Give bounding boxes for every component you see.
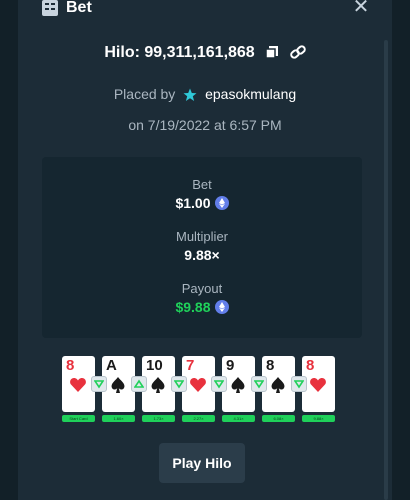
lower-arrow-icon	[171, 376, 187, 392]
card-multiplier-label: 9.88×	[302, 415, 335, 422]
eth-coin-icon	[214, 196, 229, 213]
bet-id-row: Hilo: 99,311,161,868	[18, 44, 392, 64]
bet-modal: Bet ✕ Hilo: 99,311,161,868 Placed by epa…	[18, 0, 392, 500]
card-multiplier-label: 1.73×	[142, 415, 175, 422]
bet-list-icon	[42, 0, 58, 16]
spade-suit-icon	[149, 376, 167, 399]
lower-arrow-icon	[211, 376, 227, 392]
spade-suit-icon	[229, 376, 247, 399]
close-button[interactable]: ✕	[352, 0, 370, 17]
backdrop-left	[0, 0, 18, 500]
payout-row: $9.88	[42, 299, 362, 317]
card-rank: 8	[266, 357, 275, 374]
multiplier-value: 9.88×	[184, 247, 220, 263]
card-multiplier-label: 1.60×	[102, 415, 135, 422]
vip-star-icon	[183, 88, 197, 105]
username-link[interactable]: epasokmulang	[205, 86, 296, 102]
card-multiplier-label: 2.27×	[182, 415, 215, 422]
lower-arrow-icon	[251, 376, 267, 392]
higher-arrow-icon	[131, 376, 147, 392]
heart-suit-icon	[69, 376, 87, 399]
card-rank: 10	[146, 357, 163, 374]
link-icon[interactable]	[289, 45, 306, 64]
bet-id-text: Hilo: 99,311,161,868	[104, 44, 255, 61]
hilo-card-sequence: 8 Start Card A 1.60× 10 1.73× 7 2.27× 9 4.31× 8 6.0…	[62, 356, 362, 426]
play-hilo-button[interactable]: Play Hilo	[159, 443, 245, 483]
card-rank: 7	[186, 357, 195, 374]
modal-header: Bet ✕	[18, 0, 392, 18]
eth-coin-icon	[214, 300, 229, 317]
card-multiplier-label: Start Card	[62, 415, 95, 422]
backdrop-right	[392, 0, 410, 500]
card-rank: 8	[306, 357, 315, 374]
modal-title: Bet	[66, 0, 92, 16]
payout-label: Payout	[181, 281, 223, 296]
card-rank: 8	[66, 357, 75, 374]
spade-suit-icon	[109, 376, 127, 399]
lower-arrow-icon	[291, 376, 307, 392]
lower-arrow-icon	[91, 376, 107, 392]
copy-icon[interactable]	[265, 45, 279, 64]
bet-date: on 7/19/2022 at 6:57 PM	[128, 117, 282, 133]
bet-amount-row: $1.00	[42, 195, 362, 213]
scrollbar[interactable]	[384, 40, 388, 500]
bet-amount-value: $1.00	[175, 195, 211, 211]
placed-by-row: Placed by epasokmulang	[18, 86, 392, 105]
card-rank: A	[106, 357, 117, 374]
placed-by-label: Placed by	[113, 86, 176, 102]
bet-details-panel: Bet $1.00 Multiplier 9.88× Payout $9.88	[42, 157, 362, 338]
payout-value: $9.88	[175, 299, 211, 315]
card-rank: 9	[226, 357, 235, 374]
bet-amount-label: Bet	[192, 177, 212, 192]
card-multiplier-label: 4.31×	[222, 415, 255, 422]
spade-suit-icon	[269, 376, 287, 399]
heart-suit-icon	[189, 376, 207, 399]
multiplier-label: Multiplier	[175, 229, 228, 244]
card-multiplier-label: 6.08×	[262, 415, 295, 422]
heart-suit-icon	[309, 376, 327, 399]
